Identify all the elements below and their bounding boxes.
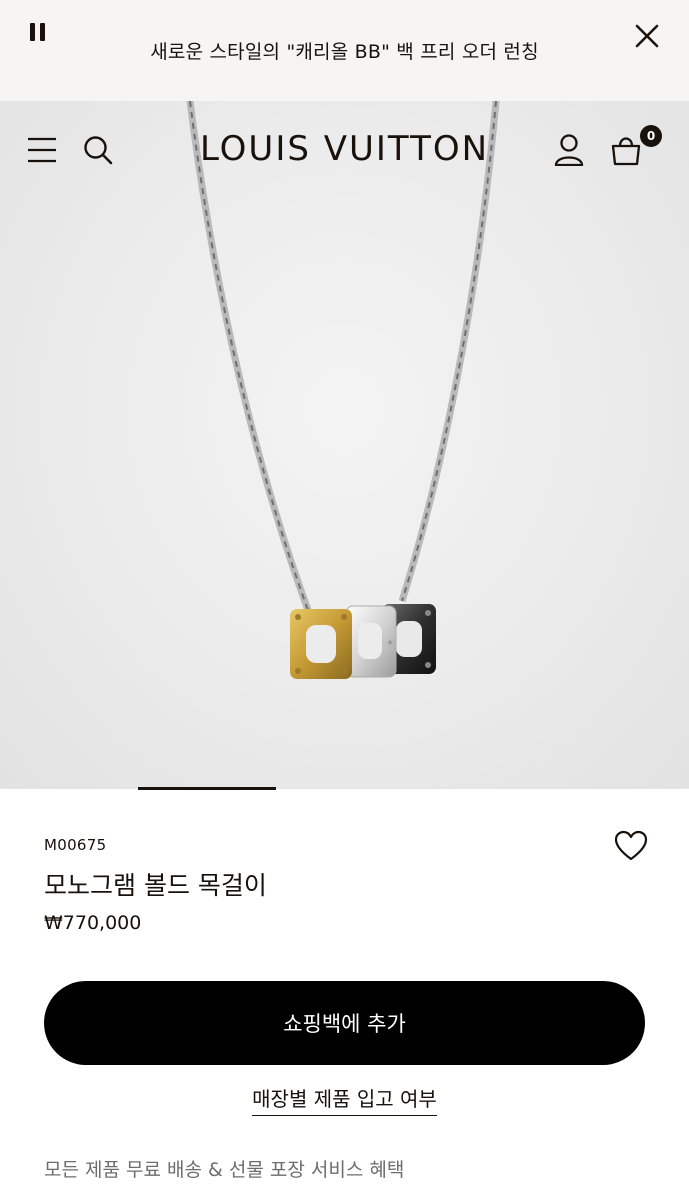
store-stock-link[interactable]: 매장별 제품 입고 여부 [252, 1087, 437, 1116]
account-icon[interactable] [554, 134, 584, 166]
close-icon[interactable] [633, 22, 661, 50]
product-image: ✦ [186, 101, 500, 679]
carousel-indicator-track [0, 788, 689, 789]
svg-text:✦: ✦ [386, 638, 394, 649]
store-stock-link-row: 매장별 제품 입고 여부 [0, 1083, 689, 1116]
product-sku: M00675 [44, 836, 107, 854]
product-image-area[interactable]: ✦ LOUIS VUITTON 0 [0, 101, 689, 789]
shipping-perks-text: 모든 제품 무료 배송 & 선물 포장 서비스 혜택 [44, 1159, 405, 1181]
announcement-text[interactable]: 새로운 스타일의 "캐리올 BB" 백 프리 오더 런칭 [150, 37, 539, 64]
menu-icon[interactable] [27, 137, 57, 163]
pause-icon[interactable] [30, 23, 48, 43]
cart-count-badge: 0 [640, 125, 662, 147]
carousel-indicator-active [138, 787, 276, 790]
product-price: ₩770,000 [44, 912, 142, 934]
product-title: 모노그램 볼드 목걸이 [44, 871, 267, 900]
brand-logo[interactable]: LOUIS VUITTON [200, 129, 489, 169]
search-icon[interactable] [83, 135, 113, 165]
announcement-bar: 새로운 스타일의 "캐리올 BB" 백 프리 오더 런칭 [0, 0, 689, 101]
shopping-bag-icon[interactable] [610, 134, 642, 166]
wishlist-heart-icon[interactable] [614, 830, 648, 862]
add-to-bag-button[interactable]: 쇼핑백에 추가 [44, 981, 645, 1065]
